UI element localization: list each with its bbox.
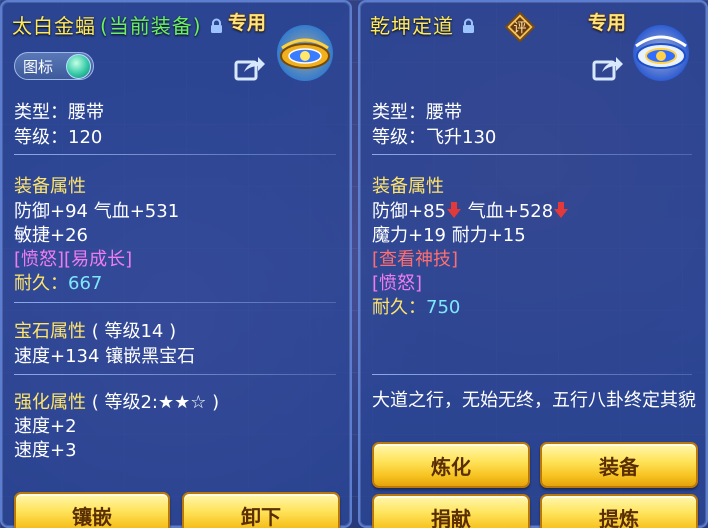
defense-hp-attr: 防御+85 气血+528 (372, 197, 569, 223)
gem-attr-header: 宝石属性 (14, 321, 86, 342)
equip-button[interactable]: 装备 (540, 442, 698, 488)
magic-endurance-attr: 魔力+19 耐力+15 (372, 225, 526, 246)
toggle-knob (66, 54, 91, 79)
share-icon[interactable] (592, 54, 624, 82)
item-type: 类型：腰带 (14, 102, 104, 123)
current-equipment-panel: 太白金蝠 (当前装备) 专用 图标 类型：腰带 等级：120 装备属性 防御+94… (0, 0, 352, 528)
durability: 耐久：750 (372, 293, 460, 319)
durability-label: 耐久： (14, 273, 68, 294)
share-icon[interactable] (234, 54, 266, 82)
exclusive-label: 专用 (228, 12, 267, 34)
special-effects[interactable]: [愤怒] (372, 269, 422, 295)
evaluate-badge-text: 评 (513, 21, 526, 36)
gem-detail: 速度+134 镶嵌黑宝石 (14, 346, 196, 367)
unequip-button[interactable]: 卸下 (182, 492, 340, 528)
extract-button[interactable]: 提炼 (540, 494, 698, 528)
exclusive-label: 专用 (588, 12, 627, 34)
view-divine-skill-link[interactable]: [查看神技] (372, 245, 458, 271)
item-level: 等级：飞升130 (372, 127, 497, 148)
enhance-attr-1: 速度+2 (14, 416, 77, 437)
defense-hp-attr: 防御+94 气血+531 (14, 201, 180, 222)
enhance-attr-row: 强化属性 ( 等级2:★★☆ ) (14, 388, 219, 414)
divider (14, 302, 336, 303)
gem-attr-row: 宝石属性 ( 等级14 ) (14, 317, 176, 343)
enhance-level: ( 等级2:★★☆ ) (91, 392, 220, 413)
divider (14, 374, 336, 375)
current-equip-status: (当前装备) (100, 14, 202, 38)
item-name: 乾坤定道 (370, 14, 454, 38)
item-level: 等级：120 (14, 127, 103, 148)
defense-attr: 防御+85 (372, 201, 446, 222)
lock-icon (463, 18, 474, 33)
icon-toggle-label: 图标 (23, 57, 54, 76)
down-arrow-icon (447, 202, 461, 218)
durability-value: 750 (426, 297, 461, 318)
refine-button[interactable]: 炼化 (372, 442, 530, 488)
durability-label: 耐久： (372, 297, 426, 318)
donate-button[interactable]: 捐献 (372, 494, 530, 528)
item-type: 类型：腰带 (372, 102, 462, 123)
divider (372, 154, 692, 155)
item-name: 太白金蝠 (12, 14, 96, 38)
durability-value: 667 (68, 273, 103, 294)
qiankun-belt-icon[interactable] (630, 22, 692, 84)
item-title: 太白金蝠 (当前装备) (12, 10, 223, 39)
item-description: 大道之行，无始无终，五行八卦终定其貌 (372, 390, 696, 411)
equip-attr-header: 装备属性 (14, 176, 86, 197)
special-effects[interactable]: [愤怒][易成长] (14, 245, 132, 271)
lock-icon (210, 18, 222, 33)
item-title: 乾坤定道 (370, 10, 475, 39)
durability: 耐久：667 (14, 269, 102, 295)
divider (372, 374, 692, 375)
evaluate-badge-icon[interactable]: 评 (505, 12, 535, 42)
enhance-attr-header: 强化属性 (14, 392, 86, 413)
equip-attr-header: 装备属性 (372, 176, 444, 197)
agility-attr: 敏捷+26 (14, 225, 88, 246)
golden-bat-belt-icon[interactable] (274, 22, 336, 84)
gem-level: ( 等级14 ) (91, 321, 177, 342)
inlay-button[interactable]: 镶嵌 (14, 492, 170, 528)
enhance-attr-2: 速度+3 (14, 440, 77, 461)
divider (14, 154, 336, 155)
compare-equipment-panel: 乾坤定道 评 专用 类型：腰带 等级：飞升130 装备属性 防御+85 气血+5… (358, 0, 708, 528)
icon-toggle[interactable]: 图标 (14, 52, 94, 80)
hp-attr: 气血+528 (467, 201, 554, 222)
down-arrow-icon (554, 202, 569, 218)
